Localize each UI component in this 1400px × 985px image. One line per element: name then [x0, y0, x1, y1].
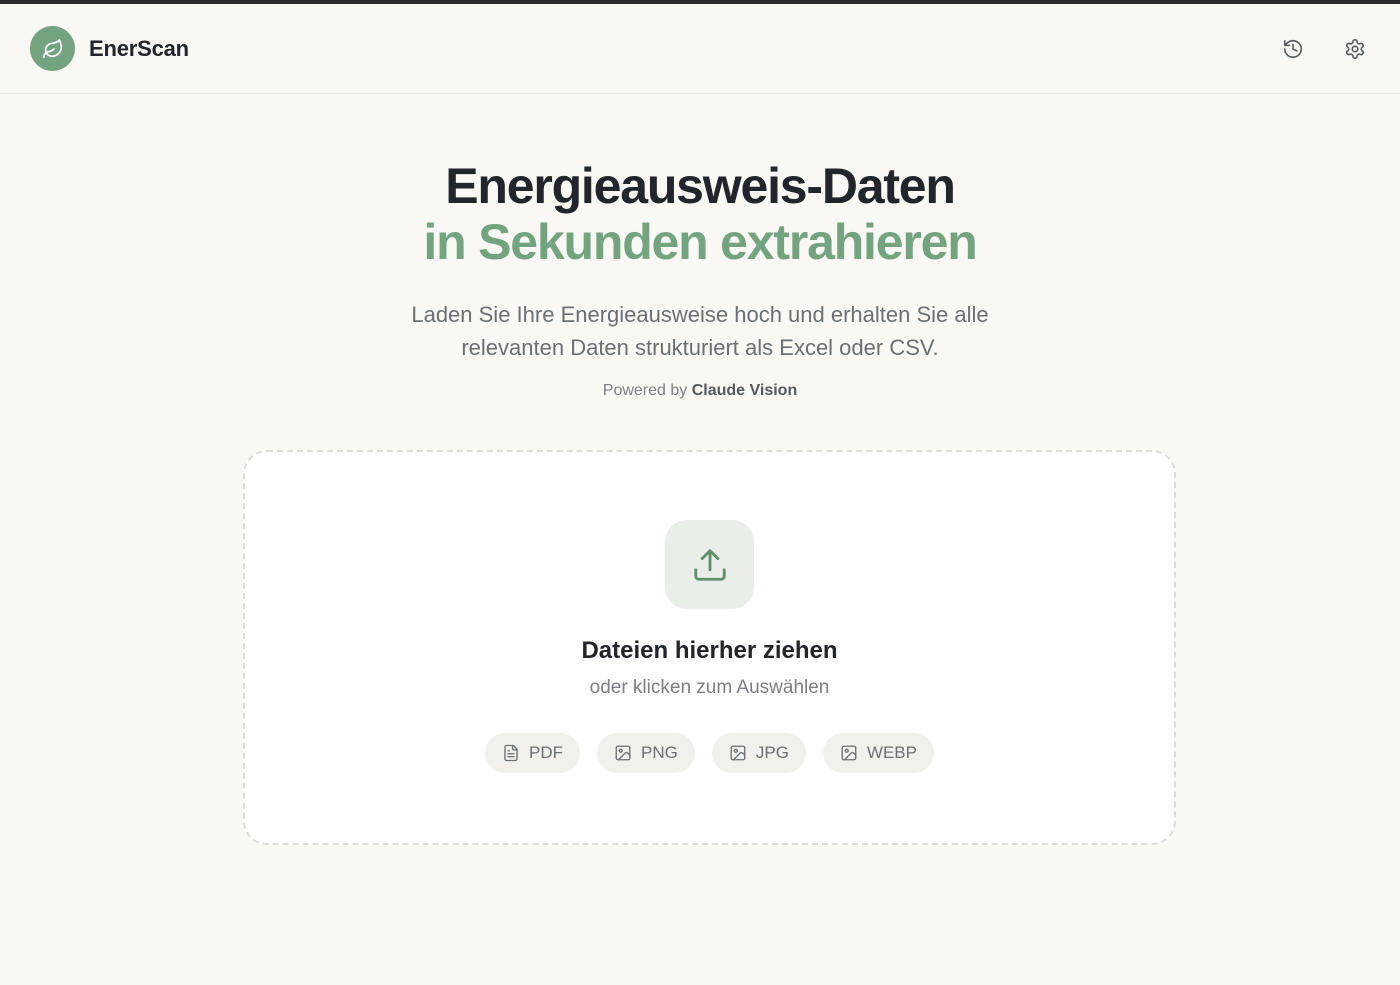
hero-section: Energieausweis-Daten in Sekunden extrahi…	[0, 158, 1400, 400]
image-icon	[730, 745, 746, 761]
file-dropzone[interactable]: Dateien hierher ziehen oder klicken zum …	[243, 450, 1176, 845]
brand[interactable]: EnerScan	[30, 26, 189, 71]
leaf-icon	[30, 26, 75, 71]
gear-icon	[1345, 38, 1365, 59]
image-icon	[615, 745, 631, 761]
format-chip-png: PNG	[597, 733, 695, 773]
settings-button[interactable]	[1334, 28, 1376, 70]
upload-icon	[693, 548, 726, 581]
format-chip-pdf: PDF	[485, 733, 581, 773]
upload-icon-box	[665, 520, 754, 609]
history-icon	[1283, 39, 1303, 58]
dropzone-title: Dateien hierher ziehen	[581, 637, 838, 664]
format-label: WEBP	[866, 743, 917, 762]
hero-title-accent: in Sekunden extrahieren	[423, 214, 977, 270]
format-chip-webp: WEBP	[822, 733, 934, 773]
format-label: PNG	[641, 743, 678, 762]
hero-subtitle: Laden Sie Ihre Energieausweise hoch und …	[411, 302, 989, 360]
format-chip-jpg: JPG	[711, 733, 806, 773]
format-label: JPG	[755, 743, 789, 762]
brand-name: EnerScan	[89, 35, 189, 61]
document-icon	[504, 744, 518, 762]
powered-by: Powered by Claude Vision	[0, 382, 1400, 400]
history-button[interactable]	[1272, 28, 1314, 70]
hero-title: Energieausweis-Daten	[445, 158, 956, 214]
dropzone-subtitle: oder klicken zum Auswählen	[589, 677, 830, 698]
supported-formats: PDF PNG JPG WEBP	[485, 733, 934, 773]
powered-by-brand: Claude Vision	[691, 382, 798, 399]
format-label: PDF	[529, 743, 564, 762]
header-actions	[1272, 28, 1376, 70]
image-icon	[841, 745, 857, 761]
app-header: EnerScan	[0, 4, 1400, 94]
powered-by-prefix: Powered by	[602, 382, 688, 399]
